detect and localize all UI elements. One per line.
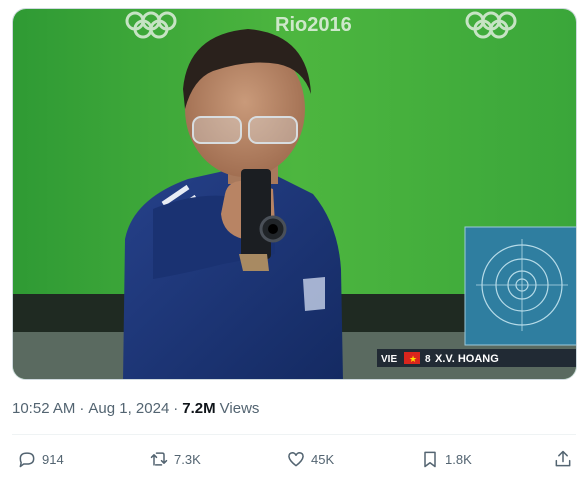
bookmark-count: 1.8K — [445, 451, 472, 467]
like-count: 45K — [311, 451, 335, 467]
divider — [12, 434, 576, 435]
reply-icon — [16, 448, 38, 470]
reply-button[interactable]: 914 — [16, 446, 64, 472]
reply-count: 914 — [42, 451, 64, 467]
bookmark-button[interactable]: 1.8K — [419, 446, 472, 472]
retweet-button[interactable]: 7.3K — [148, 446, 201, 472]
like-icon — [285, 448, 307, 470]
bookmark-icon — [419, 448, 441, 470]
tweet-meta: 10:52 AM · Aug 1, 2024 · 7.2M Views — [12, 398, 259, 418]
rio-watermark: Rio2016 — [275, 14, 352, 36]
meta-separator: · — [79, 399, 85, 417]
tweet-time[interactable]: 10:52 AM — [12, 400, 75, 417]
country-code: VIE — [381, 354, 397, 365]
tweet-date[interactable]: Aug 1, 2024 — [88, 400, 169, 417]
athlete-name: X.V. HOANG — [435, 353, 499, 365]
tweet-photo[interactable]: Rio2016 ★ VIE 8 X.V. HOANG — [12, 8, 577, 380]
retweet-count: 7.3K — [174, 451, 201, 467]
athlete-caption: ★ VIE 8 X.V. HOANG — [377, 349, 576, 367]
target-display — [464, 226, 576, 346]
tweet-actions: 914 7.3K 45K 1.8K — [12, 446, 578, 472]
views-label: Views — [219, 399, 260, 417]
lane-number: 8 — [425, 354, 431, 365]
meta-separator: · — [173, 399, 179, 417]
share-button[interactable] — [552, 446, 574, 472]
retweet-icon — [148, 448, 170, 470]
svg-text:★: ★ — [409, 354, 417, 364]
views-count[interactable]: 7.2M — [182, 400, 215, 417]
share-icon — [552, 448, 574, 470]
olympic-shooter-photo: Rio2016 ★ VIE 8 X.V. HOANG — [13, 9, 576, 379]
like-button[interactable]: 45K — [285, 446, 334, 472]
